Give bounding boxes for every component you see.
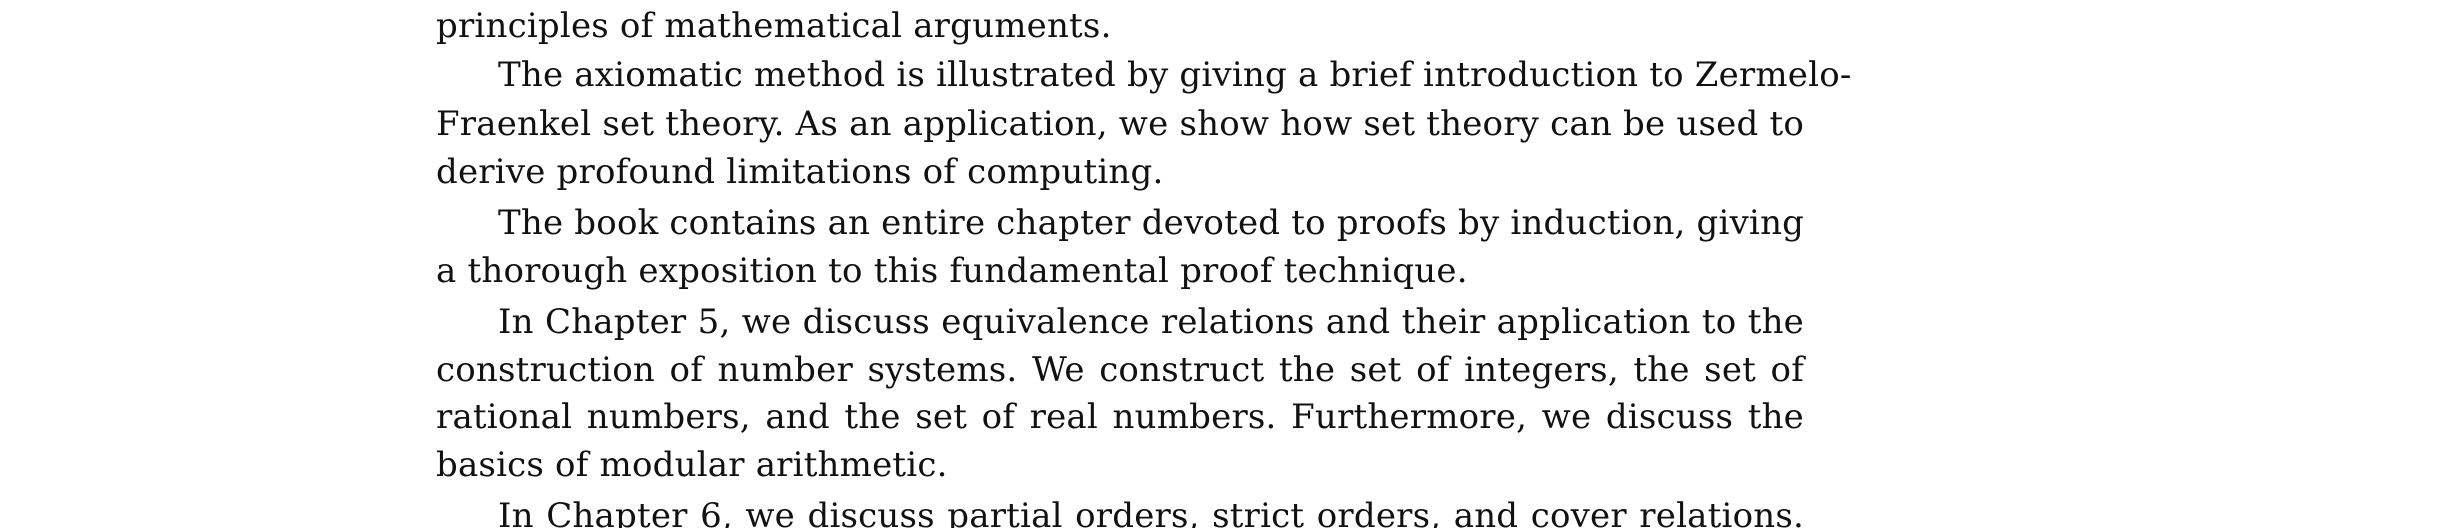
text-line: basics of modular arithmetic. — [436, 445, 948, 485]
text-line: derive profound limitations of computing… — [436, 152, 1164, 192]
paragraph-first-line: The book contains an entire chapter devo… — [498, 203, 1805, 243]
text-line: Fraenkel set theory. As an application, … — [436, 104, 1804, 144]
paragraph-first-line: The axiomatic method is illustrated by g… — [498, 55, 1852, 95]
text-line: principles of mathematical arguments. — [436, 6, 1112, 46]
document-page: principles of mathematical arguments. Th… — [0, 0, 2448, 528]
text-line: rational numbers, and the set of real nu… — [436, 397, 1804, 437]
paragraph-first-line: In Chapter 5, we discuss equivalence rel… — [498, 302, 1804, 342]
text-line: a thorough exposition to this fundamenta… — [436, 251, 1468, 291]
text-line: construction of number systems. We const… — [436, 350, 1804, 390]
paragraph-first-line: In Chapter 6, we discuss partial orders,… — [498, 496, 1804, 528]
